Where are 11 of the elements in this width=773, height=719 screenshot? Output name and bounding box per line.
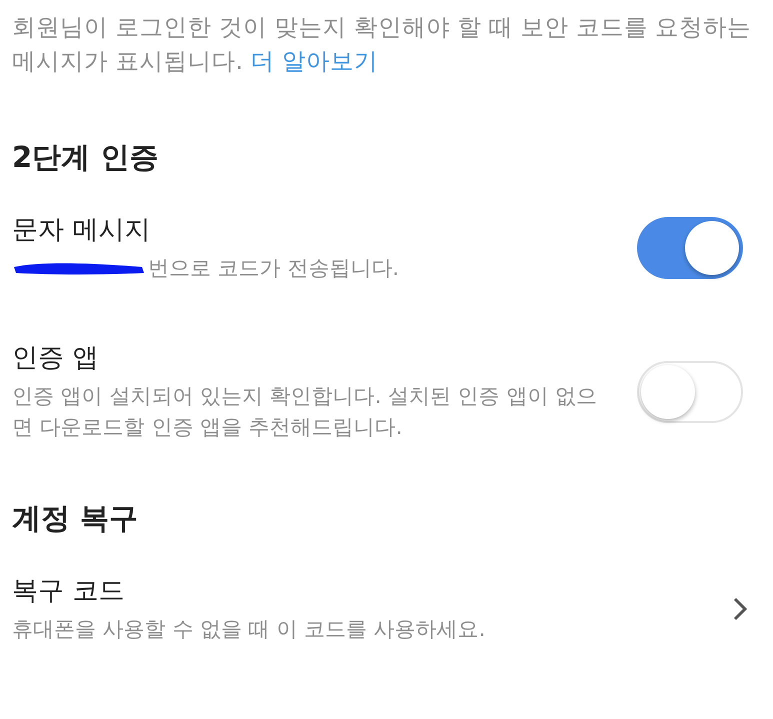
section-heading: 2단계 인증	[12, 139, 160, 176]
setting-title: 문자 메시지	[12, 214, 152, 247]
section-heading: 계정 복구	[12, 500, 140, 537]
setting-description: 인증 앱이 설치되어 있는지 확인합니다. 설치된 인증 앱이 없으면 다운로드할 인증 앱을 추천해드립니다.	[12, 383, 598, 441]
setting-description: 휴대폰을 사용할 수 없을 때 이 코드를 사용하세요.	[12, 616, 486, 643]
intro-text: 회원님이 로그인한 것이 맞는지 확인해야 할 때 보안 코드를 요청하는 메시지가 표시됩니다. 더 알아보기	[12, 12, 752, 77]
setting-title: 인증 앱	[12, 342, 100, 375]
chevron-right-icon[interactable]	[733, 597, 747, 621]
setting-description: 번으로 코드가 전송됩니다.	[12, 253, 400, 284]
setting-title: 복구 코드	[12, 575, 126, 608]
learn-more-link[interactable]: 더 알아보기	[250, 47, 378, 75]
